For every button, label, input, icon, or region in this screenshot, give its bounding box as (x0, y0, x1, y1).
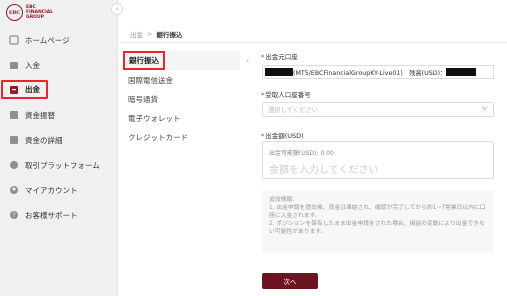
brand-logo[interactable]: EBC EBC FINANCIAL GROUP (6, 4, 53, 21)
method-crypto[interactable]: 暗号通貨 (124, 90, 240, 109)
info-title: 追加情報： (269, 197, 298, 203)
sidebar-item-label: 入金 (25, 60, 40, 70)
sidebar-item-support[interactable]: ? お客様サポート (6, 206, 110, 224)
sidebar-item-label: マイアカウント (25, 185, 78, 195)
sidebar: EBC EBC FINANCIAL GROUP ホームページ 入金 出金 資金振… (0, 0, 118, 296)
sidebar-item-transfer[interactable]: 資金振替 (6, 106, 110, 124)
sidebar-item-label: ホームページ (25, 35, 70, 45)
sidebar-item-home[interactable]: ホームページ (6, 31, 110, 49)
sidebar-item-label: 出金 (25, 85, 40, 94)
sidebar-item-label: 取引プラットフォーム (25, 160, 100, 170)
source-account-label: *出金元口座 (261, 53, 298, 61)
sidebar-item-deposit[interactable]: 入金 (6, 56, 110, 74)
sidebar-item-my-account[interactable]: マイアカウント (6, 181, 110, 199)
source-account-value: (MT5/EBCFinancialGroupKY-Live01) 残高(USD)… (293, 69, 447, 77)
breadcrumb: 出金 > 銀行振込 (118, 26, 507, 43)
withdraw-icon (8, 84, 19, 95)
breadcrumb-parent[interactable]: 出金 (130, 29, 143, 39)
method-bank-transfer[interactable]: 銀行振込 (123, 51, 240, 70)
info-box: 追加情報： 1. 出金申請を提出後、資金は凍結され、確認が完了してから約1~7営… (262, 190, 494, 252)
dest-account-select[interactable]: 選択してください (262, 102, 494, 117)
details-icon (8, 135, 19, 146)
dest-account-label: *受取人口座番号 (261, 91, 311, 99)
account-icon (8, 185, 19, 196)
info-line-1: 1. 出金申請を提出後、資金は凍結され、確認が完了してから約1~7営業日以内に口… (269, 205, 486, 219)
withdraw-method-list: 銀行振込 国際電信送金 暗号通貨 電子ウォレット クレジットカード (118, 44, 242, 296)
method-international-wire[interactable]: 国際電信送金 (124, 71, 240, 90)
available-amount: 出金可能額(USD): 0.00 (269, 150, 334, 157)
platform-icon (8, 160, 19, 171)
svg-text:?: ? (12, 212, 15, 219)
redacted-balance (446, 68, 477, 76)
transfer-icon (8, 110, 19, 121)
method-e-wallet[interactable]: 電子ウォレット (124, 109, 240, 128)
method-label: 電子ウォレット (128, 114, 181, 123)
deposit-icon (8, 60, 19, 71)
sidebar-item-label: お客様サポート (25, 210, 78, 220)
method-label: 国際電信送金 (128, 76, 173, 85)
home-icon (8, 35, 19, 46)
sidebar-item-label: 資金の詳細 (25, 135, 63, 145)
chevron-down-icon (481, 106, 488, 113)
info-line-2: 2. ポジションを保有したまま出金申請をされた場合、損益の変動により出金できない… (269, 221, 485, 235)
amount-placeholder: 金額を入力してください (269, 165, 379, 176)
amount-label: *出金額(USD) (261, 132, 304, 140)
support-icon: ? (8, 210, 19, 221)
method-credit-card[interactable]: クレジットカード (124, 128, 240, 147)
chevron-left-icon[interactable]: ‹ (246, 56, 249, 65)
dest-account-placeholder: 選択してください (268, 107, 318, 114)
sidebar-item-label: 資金振替 (25, 110, 55, 120)
sidebar-item-withdraw[interactable]: 出金 (1, 80, 48, 99)
redacted-account-number (265, 68, 293, 76)
method-label: 銀行振込 (123, 51, 165, 70)
breadcrumb-separator: > (147, 30, 153, 38)
sidebar-collapse-button[interactable]: ‹ (111, 3, 123, 15)
logo-mark: EBC (6, 4, 23, 21)
amount-input[interactable]: 出金可能額(USD): 0.00 金額を入力してください (262, 141, 494, 179)
sidebar-item-fund-details[interactable]: 資金の詳細 (6, 131, 110, 149)
sidebar-item-trading-platform[interactable]: 取引プラットフォーム (6, 156, 110, 174)
logo-line3: GROUP (26, 15, 44, 20)
source-account-field[interactable]: (MT5/EBCFinancialGroupKY-Live01) 残高(USD)… (262, 65, 494, 79)
breadcrumb-current: 銀行振込 (156, 31, 183, 39)
method-label: クレジットカード (128, 133, 188, 142)
next-button[interactable]: 次へ (262, 273, 318, 289)
method-label: 暗号通貨 (128, 95, 158, 104)
